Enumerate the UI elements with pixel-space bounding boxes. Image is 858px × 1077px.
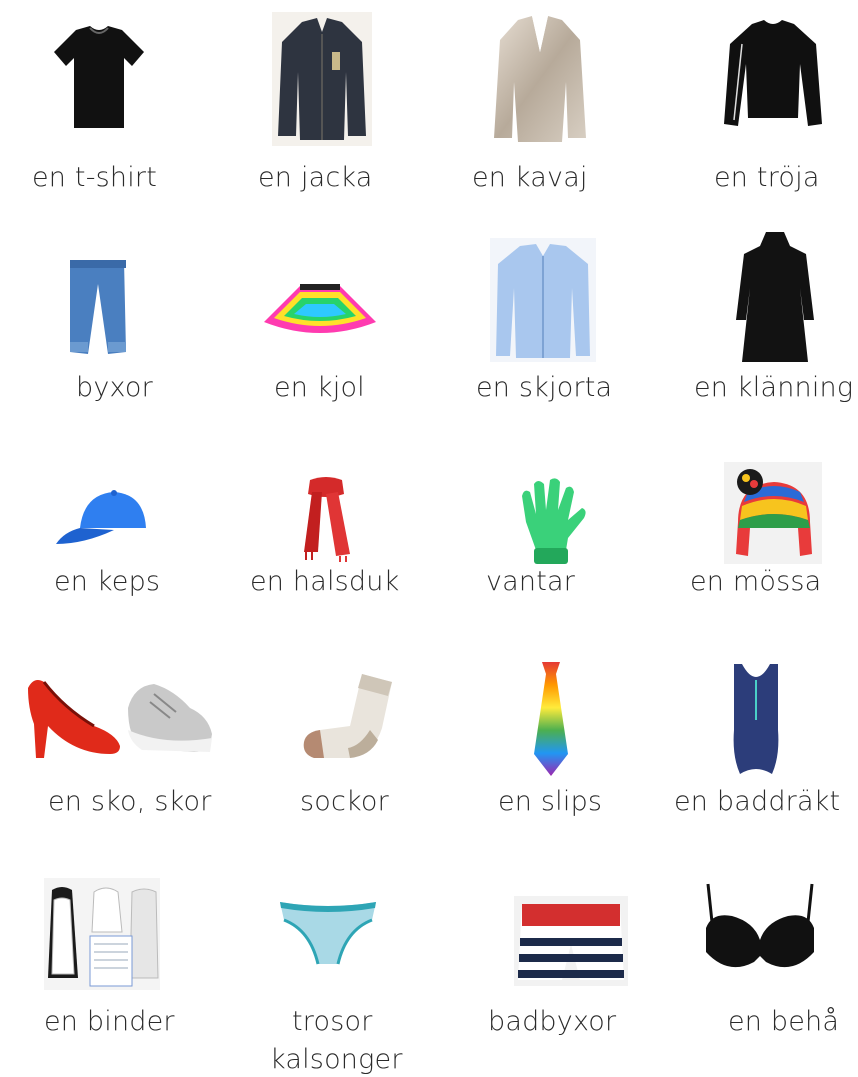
item-label: en kavaj (472, 162, 588, 193)
item-label: en halsduk (250, 566, 400, 597)
item-label: en slips (498, 786, 603, 817)
dress-icon (732, 228, 818, 364)
item-label: en sko, skor (48, 786, 212, 817)
item-label: en skjorta (476, 372, 613, 403)
item-label-second-line: kalsonger (270, 1044, 403, 1075)
blazer-icon (490, 12, 590, 146)
item-label: byxor (76, 372, 153, 403)
item-label: en klänning (694, 372, 854, 403)
binder-icon (44, 878, 160, 990)
t-shirt-icon (40, 18, 158, 136)
item-label: en keps (54, 566, 161, 597)
item-label: en behå (728, 1006, 840, 1037)
cap-icon (54, 488, 150, 554)
item-label: en mössa (690, 566, 822, 597)
item-label: trosor (292, 1006, 373, 1037)
shoes-icon (24, 668, 214, 764)
scarf-icon (296, 474, 356, 564)
underwear-icon (276, 896, 380, 970)
item-label: vantar (486, 566, 576, 597)
item-label: en kjol (274, 372, 365, 403)
skirt-icon (260, 282, 380, 342)
item-label: en t-shirt (32, 162, 158, 193)
sweater-icon (712, 14, 834, 138)
item-label: sockor (300, 786, 389, 817)
item-label: en tröja (714, 162, 820, 193)
shirt-icon (490, 238, 596, 362)
item-label: en jacka (258, 162, 373, 193)
item-label: en baddräkt (674, 786, 841, 817)
swim-shorts-icon (514, 896, 628, 986)
item-label: en binder (44, 1006, 175, 1037)
item-label: badbyxor (488, 1006, 617, 1037)
jacket-icon (272, 12, 372, 146)
swimsuit-icon (726, 660, 786, 780)
bra-icon (702, 882, 818, 980)
trousers-icon (64, 256, 130, 356)
tie-icon (528, 660, 574, 778)
glove-icon (512, 476, 590, 566)
sock-icon (300, 670, 396, 766)
beanie-icon (724, 462, 822, 564)
